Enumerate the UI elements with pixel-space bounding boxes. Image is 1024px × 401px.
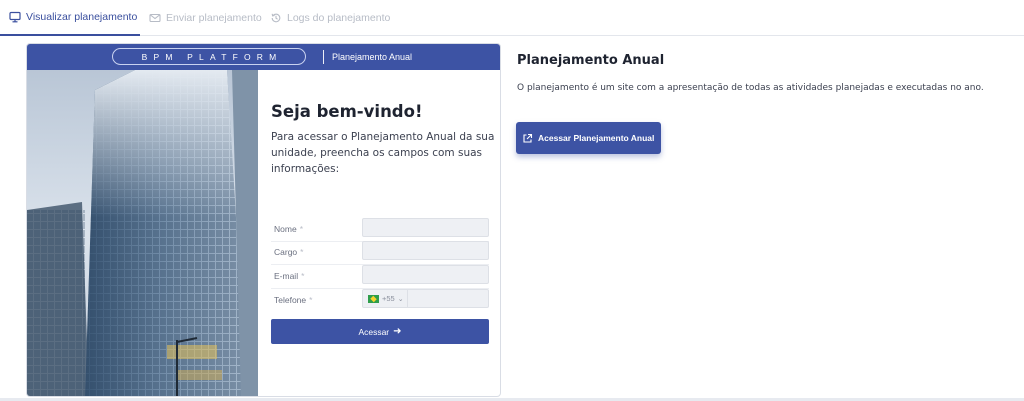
- tab-visualizar-planejamento[interactable]: Visualizar planejamento: [0, 0, 140, 36]
- telefone-input[interactable]: [408, 289, 489, 308]
- acessar-planejamento-button[interactable]: Acessar Planejamento Anual: [516, 122, 661, 154]
- tab-label: Visualizar planejamento: [26, 11, 138, 23]
- header-title: Planejamento Anual: [332, 52, 413, 62]
- field-label: E-mail *: [274, 271, 305, 281]
- app-frame: Visualizar planejamento Enviar planejame…: [0, 0, 1024, 401]
- tab-label: Enviar planejamento: [166, 12, 262, 24]
- brazil-flag-icon: [368, 294, 379, 303]
- intro-text: Para acessar o Planejamento Anual da sua…: [271, 131, 495, 175]
- phone-prefix: +55: [382, 294, 395, 303]
- header-divider: [323, 50, 324, 64]
- right-panel-description: O planejamento é um site com a apresenta…: [517, 83, 984, 93]
- chevron-down-icon: ⌄: [397, 295, 404, 303]
- nome-input[interactable]: [362, 218, 489, 237]
- tab-label: Logs do planejamento: [287, 12, 391, 24]
- monitor-icon: [9, 11, 21, 23]
- acessar-button[interactable]: Acessar ➜: [271, 319, 489, 344]
- email-input[interactable]: [362, 265, 489, 284]
- field-row-telefone: Telefone * +55 ⌄: [271, 289, 489, 313]
- field-row-nome: Nome *: [271, 218, 489, 242]
- tab-enviar-planejamento[interactable]: Enviar planejamento: [149, 0, 262, 36]
- history-icon: [270, 12, 282, 24]
- tab-bar: Visualizar planejamento Enviar planejame…: [0, 0, 1024, 36]
- brand-logo: BPM PLATFORM: [112, 48, 306, 65]
- field-label: Telefone *: [274, 295, 313, 305]
- field-label: Cargo *: [274, 247, 304, 257]
- country-code-select[interactable]: +55 ⌄: [362, 289, 408, 308]
- cargo-input[interactable]: [362, 241, 489, 260]
- card-header: BPM PLATFORM Planejamento Anual: [27, 44, 500, 70]
- button-label: Acessar Planejamento Anual: [538, 133, 655, 143]
- login-card: BPM PLATFORM Planejamento Anual Seja bem…: [26, 43, 501, 397]
- field-row-email: E-mail *: [271, 265, 489, 289]
- mail-icon: [149, 12, 161, 24]
- building-image: [27, 70, 258, 396]
- right-panel-title: Planejamento Anual: [517, 53, 665, 68]
- field-label: Nome *: [274, 224, 303, 234]
- button-label: Acessar: [358, 326, 390, 337]
- external-link-icon: [522, 133, 533, 144]
- arrow-right-icon: ➜: [393, 326, 402, 337]
- welcome-heading: Seja bem-vindo!: [271, 102, 423, 121]
- field-row-cargo: Cargo *: [271, 241, 489, 265]
- tab-logs-planejamento[interactable]: Logs do planejamento: [270, 0, 390, 36]
